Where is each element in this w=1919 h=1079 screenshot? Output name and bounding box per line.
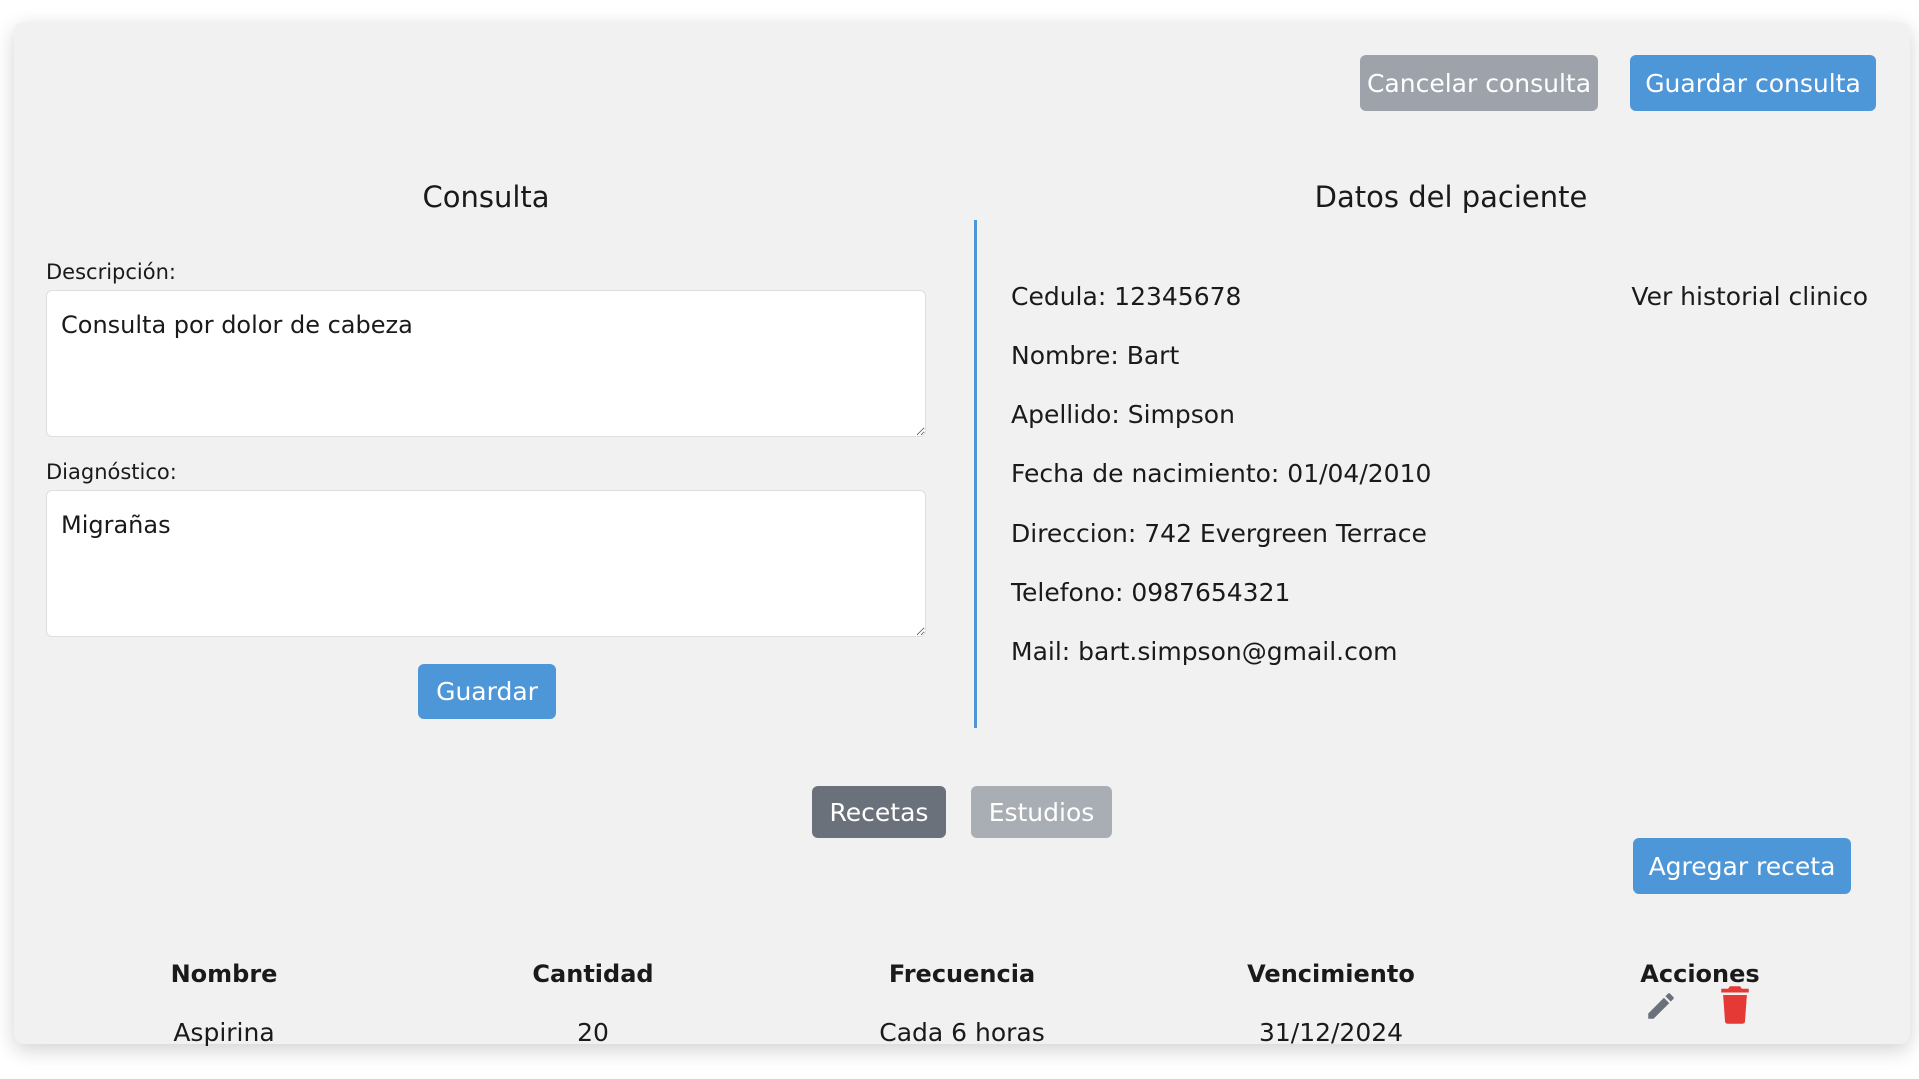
patient-field-apellido: Apellido: Simpson	[1011, 400, 1235, 429]
trash-icon[interactable]	[1720, 986, 1750, 1028]
tab-recetas[interactable]: Recetas	[812, 786, 946, 838]
save-consultation-button[interactable]: Guardar consulta	[1630, 55, 1876, 111]
patient-field-fecha-nacimiento: Fecha de nacimiento: 01/04/2010	[1011, 459, 1432, 488]
pencil-icon[interactable]	[1644, 989, 1678, 1027]
cell-vencimiento: 31/12/2024	[1258, 1018, 1404, 1047]
cell-cantidad: 20	[577, 1018, 609, 1047]
diagnostico-label: Diagnóstico:	[46, 460, 177, 484]
column-header-vencimiento: Vencimiento	[1247, 960, 1415, 988]
patient-field-direccion: Direccion: 742 Evergreen Terrace	[1011, 519, 1427, 548]
guardar-button[interactable]: Guardar	[418, 664, 556, 719]
column-header-frecuencia: Frecuencia	[888, 960, 1036, 988]
patient-field-telefono: Telefono: 0987654321	[1011, 578, 1291, 607]
patient-field-mail: Mail: bart.simpson@gmail.com	[1011, 637, 1398, 666]
descripcion-label: Descripción:	[46, 260, 176, 284]
historial-clinico-link[interactable]: Ver historial clinico	[1631, 282, 1868, 311]
add-receta-button[interactable]: Agregar receta	[1633, 838, 1851, 894]
consultation-card: Cancelar consulta Guardar consulta Consu…	[14, 22, 1910, 1047]
tab-estudios[interactable]: Estudios	[971, 786, 1112, 838]
cell-frecuencia: Cada 6 horas	[879, 1018, 1045, 1047]
cell-nombre: Aspirina	[173, 1018, 275, 1047]
cancel-consultation-button[interactable]: Cancelar consulta	[1360, 55, 1598, 111]
patient-field-nombre: Nombre: Bart	[1011, 341, 1180, 370]
section-divider	[974, 220, 977, 728]
descripcion-textarea[interactable]: Consulta por dolor de cabeza	[46, 290, 926, 437]
diagnostico-textarea[interactable]: Migrañas	[46, 490, 926, 637]
column-header-cantidad: Cantidad	[532, 960, 654, 988]
column-header-nombre: Nombre	[170, 960, 278, 988]
patient-field-cedula: Cedula: 12345678	[1011, 282, 1242, 311]
column-header-acciones: Acciones	[1640, 960, 1760, 988]
paciente-title: Datos del paciente	[1314, 180, 1588, 214]
consulta-title: Consulta	[422, 180, 550, 214]
